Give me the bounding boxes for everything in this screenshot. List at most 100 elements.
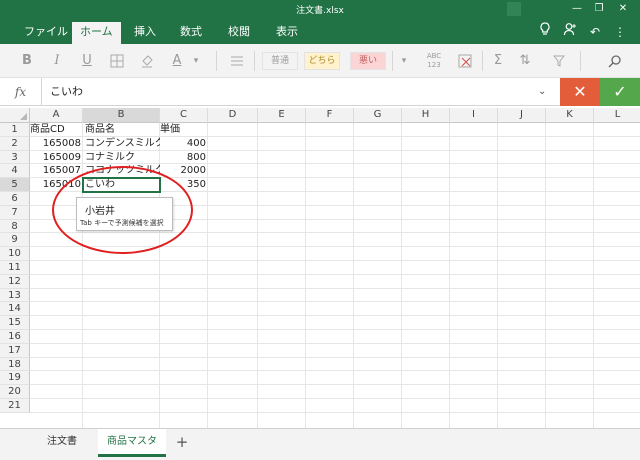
column-header-i[interactable]: I bbox=[450, 108, 498, 123]
row-header-9[interactable]: 9 bbox=[0, 233, 30, 248]
column-gridline bbox=[449, 123, 450, 428]
confirm-entry-button[interactable]: ✓ bbox=[600, 78, 640, 106]
column-gridline bbox=[401, 123, 402, 428]
font-color-button[interactable]: A bbox=[166, 50, 188, 72]
close-icon[interactable]: ✕ bbox=[616, 2, 630, 16]
row-header-1[interactable]: 1 bbox=[0, 123, 30, 137]
row-gridline bbox=[30, 411, 640, 413]
row-header-17[interactable]: 17 bbox=[0, 343, 30, 358]
share-person-icon[interactable] bbox=[559, 22, 581, 42]
cell-c2[interactable]: 400 bbox=[160, 137, 208, 150]
row-header-11[interactable]: 11 bbox=[0, 261, 30, 275]
cell-a1[interactable]: 商品CD bbox=[30, 123, 83, 136]
formula-bar: fx こいわ ⌄ ✕ ✓ bbox=[0, 78, 640, 106]
tab-view[interactable]: 表示 bbox=[268, 22, 306, 44]
cell-c3[interactable]: 800 bbox=[160, 151, 208, 164]
filter-icon[interactable] bbox=[548, 50, 570, 72]
cell-c1[interactable]: 単価 bbox=[160, 123, 208, 136]
row-header-13[interactable]: 13 bbox=[0, 288, 30, 303]
style-bad[interactable]: 悪い bbox=[350, 52, 386, 70]
spreadsheet-grid[interactable]: A B C D E F G H I J K L 1 2 3 4 5 6 7 8 9 10 11 12 13 14 15 16 17 18 1… bbox=[0, 108, 640, 428]
row-gridline bbox=[30, 398, 640, 399]
row-header-10[interactable]: 10 bbox=[0, 247, 30, 261]
borders-icon[interactable] bbox=[106, 50, 128, 72]
row-header-19[interactable]: 19 bbox=[0, 371, 30, 386]
italic-button[interactable]: I bbox=[46, 50, 68, 72]
more-icon[interactable]: ⋮ bbox=[609, 22, 631, 42]
select-all-corner[interactable] bbox=[0, 108, 30, 123]
minimize-icon[interactable]: — bbox=[570, 2, 584, 16]
tab-review[interactable]: 校閲 bbox=[220, 22, 258, 44]
ribbon-tabs: ファイル ホーム 挿入 数式 校閲 表示 ↶ ⋮ bbox=[0, 18, 640, 44]
row-header-14[interactable]: 14 bbox=[0, 302, 30, 317]
sort-icon[interactable]: ⇅ bbox=[514, 50, 536, 72]
row-header-8[interactable]: 8 bbox=[0, 219, 30, 234]
row-gridline bbox=[30, 315, 640, 317]
column-header-l[interactable]: L bbox=[594, 108, 640, 123]
column-gridline bbox=[305, 123, 306, 428]
lightbulb-icon[interactable] bbox=[534, 22, 556, 42]
add-sheet-button[interactable]: + bbox=[174, 431, 190, 453]
column-gridline bbox=[545, 123, 546, 428]
row-header-20[interactable]: 20 bbox=[0, 385, 30, 399]
cell-a2[interactable]: 165008 bbox=[30, 137, 83, 150]
row-header-16[interactable]: 16 bbox=[0, 330, 30, 344]
row-gridline bbox=[30, 329, 640, 330]
cell-b2[interactable]: コンデンスミルク bbox=[83, 137, 160, 150]
undo-icon[interactable]: ↶ bbox=[584, 22, 606, 42]
column-header-a[interactable]: A bbox=[30, 108, 83, 123]
chevron-down-icon[interactable]: ▾ bbox=[190, 50, 202, 72]
row-header-15[interactable]: 15 bbox=[0, 316, 30, 330]
search-icon[interactable] bbox=[604, 50, 626, 72]
expand-formula-chevron-icon[interactable]: ⌄ bbox=[538, 78, 546, 106]
column-header-e[interactable]: E bbox=[258, 108, 306, 123]
cell-a3[interactable]: 165009 bbox=[30, 151, 83, 164]
column-header-g[interactable]: G bbox=[354, 108, 402, 123]
column-header-b[interactable]: B bbox=[83, 108, 160, 123]
underline-button[interactable]: U bbox=[76, 50, 98, 72]
formula-input[interactable]: こいわ bbox=[50, 78, 83, 106]
column-header-k[interactable]: K bbox=[546, 108, 594, 123]
sheet-tab-order[interactable]: 注文書 bbox=[34, 429, 90, 455]
column-gridline bbox=[497, 123, 498, 428]
clear-format-icon[interactable] bbox=[454, 50, 476, 72]
title-bar: 注文書.xlsx — ❐ ✕ bbox=[0, 0, 640, 18]
row-gridline bbox=[30, 356, 640, 358]
fill-color-icon[interactable] bbox=[136, 50, 158, 72]
row-header-4[interactable]: 4 bbox=[0, 164, 30, 179]
cell-b3[interactable]: コナミルク bbox=[83, 151, 160, 164]
row-header-5[interactable]: 5 bbox=[0, 178, 30, 192]
cancel-entry-button[interactable]: ✕ bbox=[560, 78, 600, 106]
row-header-2[interactable]: 2 bbox=[0, 136, 30, 151]
bold-button[interactable]: B bbox=[16, 50, 38, 72]
row-header-7[interactable]: 7 bbox=[0, 205, 30, 220]
style-neutral[interactable]: どちら bbox=[304, 52, 340, 70]
align-icon[interactable] bbox=[226, 50, 248, 72]
row-header-18[interactable]: 18 bbox=[0, 357, 30, 372]
row-header-6[interactable]: 6 bbox=[0, 192, 30, 206]
column-header-d[interactable]: D bbox=[208, 108, 258, 123]
sheet-tab-product-master[interactable]: 商品マスタ bbox=[98, 429, 166, 457]
tab-insert[interactable]: 挿入 bbox=[126, 22, 164, 44]
column-header-f[interactable]: F bbox=[306, 108, 354, 123]
cell-b1[interactable]: 商品名 bbox=[83, 123, 160, 136]
row-gridline bbox=[30, 287, 640, 289]
row-header-21[interactable]: 21 bbox=[0, 399, 30, 413]
column-header-c[interactable]: C bbox=[160, 108, 208, 123]
tab-home[interactable]: ホーム bbox=[72, 22, 121, 44]
row-gridline bbox=[30, 273, 640, 275]
autosum-button[interactable]: Σ bbox=[488, 50, 508, 72]
column-header-j[interactable]: J bbox=[498, 108, 546, 123]
row-header-3[interactable]: 3 bbox=[0, 150, 30, 165]
tab-formulas[interactable]: 数式 bbox=[172, 22, 210, 44]
column-header-h[interactable]: H bbox=[402, 108, 450, 123]
tab-file[interactable]: ファイル bbox=[16, 22, 76, 44]
styles-chevron-icon[interactable]: ▾ bbox=[396, 50, 412, 72]
style-normal[interactable]: 普通 bbox=[262, 52, 298, 70]
fx-label[interactable]: fx bbox=[0, 78, 42, 106]
number-format-button[interactable]: ABC 123 bbox=[422, 50, 446, 72]
sheet-tabs: 注文書 商品マスタ + bbox=[0, 428, 640, 460]
restore-icon[interactable]: ❐ bbox=[592, 2, 606, 16]
row-header-12[interactable]: 12 bbox=[0, 274, 30, 289]
cell-a4[interactable]: 165007 bbox=[30, 164, 83, 177]
